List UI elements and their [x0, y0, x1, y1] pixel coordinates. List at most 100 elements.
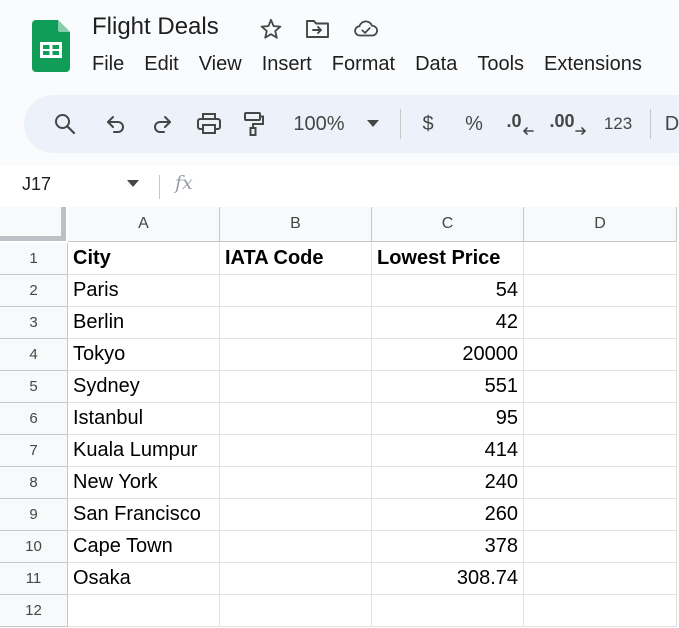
cell-b[interactable] — [220, 307, 372, 339]
sheets-logo-icon[interactable] — [32, 20, 70, 72]
cell-d[interactable] — [524, 403, 677, 435]
column-header-d[interactable]: D — [524, 207, 677, 242]
cell-d[interactable] — [524, 435, 677, 467]
row-header[interactable]: 5 — [0, 371, 68, 403]
sheets-app: Flight Deals File Edit View Insert Forma… — [0, 0, 679, 628]
select-all-corner[interactable] — [0, 207, 66, 241]
toolbar: 100% $ % .0 .00 123 D — [24, 95, 679, 153]
column-header-a[interactable]: A — [68, 207, 220, 242]
formula-bar-divider — [159, 175, 160, 199]
cell-c[interactable]: 551 — [372, 371, 524, 403]
menu-item-edit[interactable]: Edit — [134, 50, 188, 78]
cell-b[interactable] — [220, 531, 372, 563]
formula-input[interactable] — [210, 172, 674, 202]
cell-b[interactable] — [220, 595, 372, 627]
cell-b[interactable] — [220, 371, 372, 403]
row-header[interactable]: 10 — [0, 531, 68, 563]
header-cell-c[interactable]: Lowest Price — [372, 243, 524, 275]
cell-c[interactable]: 308.74 — [372, 563, 524, 595]
format-currency-button[interactable]: $ — [416, 95, 440, 153]
cell-a[interactable]: New York — [68, 467, 220, 499]
cell-a[interactable]: Sydney — [68, 371, 220, 403]
menu-item-view[interactable]: View — [189, 50, 252, 78]
cell-c[interactable]: 260 — [372, 499, 524, 531]
cell-a[interactable]: Kuala Lumpur — [68, 435, 220, 467]
row-header[interactable]: 2 — [0, 275, 68, 307]
cell-d[interactable] — [524, 467, 677, 499]
cell-d[interactable] — [524, 595, 677, 627]
header-cell-a[interactable]: City — [68, 243, 220, 275]
menu-item-insert[interactable]: Insert — [252, 50, 322, 78]
cell-c[interactable]: 20000 — [372, 339, 524, 371]
cell-c[interactable]: 95 — [372, 403, 524, 435]
cell-b[interactable] — [220, 435, 372, 467]
column-header-b[interactable]: B — [220, 207, 372, 242]
menu-item-format[interactable]: Format — [322, 50, 405, 78]
zoom-dropdown-icon[interactable] — [364, 95, 382, 153]
menu-item-extensions[interactable]: Extensions — [534, 50, 652, 78]
row-header[interactable]: 7 — [0, 435, 68, 467]
row-header[interactable]: 8 — [0, 467, 68, 499]
formula-bar: J17 fx — [0, 166, 679, 207]
row-header[interactable]: 11 — [0, 563, 68, 595]
move-to-folder-icon[interactable] — [305, 16, 331, 42]
cell-c[interactable]: 378 — [372, 531, 524, 563]
paint-format-icon[interactable] — [242, 95, 266, 153]
menu-item-tools[interactable]: Tools — [467, 50, 534, 78]
decrease-decimal-button[interactable]: .0 — [504, 95, 536, 153]
cell-d[interactable] — [524, 371, 677, 403]
more-formats-button[interactable]: 123 — [600, 95, 636, 153]
cell-c[interactable]: 240 — [372, 467, 524, 499]
cell-d[interactable] — [524, 307, 677, 339]
cell-b[interactable] — [220, 499, 372, 531]
header-cell-b[interactable]: IATA Code — [220, 243, 372, 275]
cell-c[interactable]: 54 — [372, 275, 524, 307]
redo-icon[interactable] — [150, 95, 174, 153]
cell-a[interactable]: Tokyo — [68, 339, 220, 371]
row-header[interactable]: 9 — [0, 499, 68, 531]
default-font-select[interactable]: D — [664, 95, 679, 153]
cell-c[interactable] — [372, 595, 524, 627]
cell-a[interactable]: Paris — [68, 275, 220, 307]
cell-a[interactable] — [68, 595, 220, 627]
cloud-saved-icon[interactable] — [353, 16, 379, 42]
cell-a[interactable]: San Francisco — [68, 499, 220, 531]
row-header[interactable]: 4 — [0, 339, 68, 371]
print-icon[interactable] — [196, 95, 222, 153]
row-header[interactable]: 12 — [0, 595, 68, 627]
star-icon[interactable] — [258, 16, 284, 42]
cell-b[interactable] — [220, 563, 372, 595]
undo-icon[interactable] — [104, 95, 128, 153]
cell-a[interactable]: Berlin — [68, 307, 220, 339]
row-header[interactable]: 1 — [0, 243, 68, 275]
cell-b[interactable] — [220, 467, 372, 499]
column-header-c[interactable]: C — [372, 207, 524, 242]
cell-d[interactable] — [524, 499, 677, 531]
search-menus-icon[interactable] — [52, 95, 78, 153]
document-title[interactable]: Flight Deals — [92, 12, 219, 42]
menu-item-data[interactable]: Data — [405, 50, 467, 78]
name-box[interactable]: J17 — [22, 174, 51, 195]
cell-b[interactable] — [220, 403, 372, 435]
name-box-dropdown-icon[interactable] — [127, 180, 139, 188]
toolbar-divider — [650, 109, 651, 139]
cell-d[interactable] — [524, 339, 677, 371]
zoom-select[interactable]: 100% — [288, 95, 350, 153]
menu-item-file[interactable]: File — [82, 50, 134, 78]
cell-d[interactable] — [524, 563, 677, 595]
row-header[interactable]: 6 — [0, 403, 68, 435]
cell-c[interactable]: 42 — [372, 307, 524, 339]
cell-c[interactable]: 414 — [372, 435, 524, 467]
cell-d[interactable] — [524, 275, 677, 307]
cell-a[interactable]: Cape Town — [68, 531, 220, 563]
format-percent-button[interactable]: % — [462, 95, 486, 153]
cell-b[interactable] — [220, 275, 372, 307]
decrease-decimal-label: .0 — [506, 110, 522, 131]
increase-decimal-button[interactable]: .00 — [548, 95, 588, 153]
header-cell-d[interactable] — [524, 243, 677, 275]
cell-d[interactable] — [524, 531, 677, 563]
cell-a[interactable]: Osaka — [68, 563, 220, 595]
cell-a[interactable]: Istanbul — [68, 403, 220, 435]
cell-b[interactable] — [220, 339, 372, 371]
row-header[interactable]: 3 — [0, 307, 68, 339]
